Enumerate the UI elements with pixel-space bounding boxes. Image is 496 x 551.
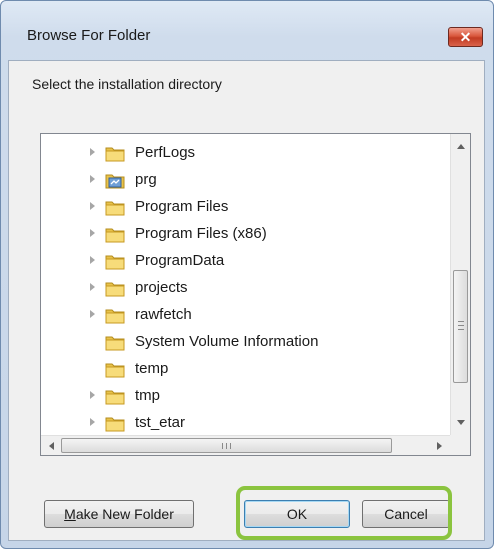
folder-icon [105,387,125,405]
highlight-annotation [236,486,452,540]
tree-item-label: Program Files (x86) [135,225,267,242]
tree-item[interactable]: PerfLogs [41,139,451,166]
tree-item-label: temp [135,360,169,377]
horizontal-scrollbar[interactable] [41,435,450,455]
tree-item[interactable]: Program Files (x86) [41,220,451,247]
tree-item[interactable]: rawfetch [41,301,451,328]
close-button[interactable]: ✕ [448,27,483,47]
folder-tree[interactable]: PerfLogs prg Program Files Program Files (x… [40,133,471,456]
title-bar[interactable]: Browse For Folder [1,1,493,44]
expand-arrow-icon[interactable] [90,175,95,183]
tree-item-label: PerfLogs [135,144,196,161]
expand-arrow-icon[interactable] [90,256,95,264]
make-new-folder-button[interactable]: Make New Folder [44,500,194,528]
scroll-up-arrow-icon[interactable] [457,144,465,149]
vertical-scroll-thumb[interactable] [453,270,468,383]
expand-arrow-icon[interactable] [90,418,95,426]
grip-line [226,443,227,449]
tree-item-label: prg [135,171,157,188]
tree-item-label: rawfetch [135,306,192,323]
expand-arrow-icon[interactable] [90,229,95,237]
vertical-scrollbar[interactable] [450,134,470,435]
grip-line [458,325,464,326]
tree-item[interactable]: tst_etar [41,409,451,436]
grip-line [458,329,464,330]
tree-item-label: projects [135,279,188,296]
mnemonic-letter: M [64,506,76,522]
tree-item[interactable]: Program Files [41,193,451,220]
expand-arrow-icon[interactable] [90,310,95,318]
folder-icon [105,414,125,432]
grip-line [230,443,231,449]
special-folder-icon [105,171,125,189]
tree-item-label: ProgramData [135,252,225,269]
dialog-title: Browse For Folder [27,27,151,44]
folder-icon [105,198,125,216]
tree-item-label: System Volume Information [135,333,319,350]
folder-icon [105,225,125,243]
scroll-down-arrow-icon[interactable] [457,420,465,425]
folder-icon [105,306,125,324]
scroll-right-arrow-icon[interactable] [437,442,442,450]
folder-icon [105,252,125,270]
folder-icon [105,360,125,378]
expand-arrow-icon[interactable] [90,391,95,399]
tree-item[interactable]: ProgramData [41,247,451,274]
grip-line [222,443,223,449]
folder-icon [105,333,125,351]
tree-item-label: tst_etar [135,414,186,431]
tree-item-label: tmp [135,387,161,404]
expand-arrow-icon[interactable] [90,148,95,156]
tree-item[interactable]: temp [41,355,451,382]
instruction-text: Select the installation directory [32,76,222,92]
tree-item[interactable]: tmp [41,382,451,409]
folder-icon [105,279,125,297]
expand-arrow-icon[interactable] [90,202,95,210]
scroll-left-arrow-icon[interactable] [49,442,54,450]
expand-arrow-icon[interactable] [90,283,95,291]
tree-item[interactable]: projects [41,274,451,301]
scrollbar-corner [450,435,470,455]
button-label: ake New Folder [75,506,174,522]
tree-item-label: Program Files [135,198,229,215]
folder-icon [105,144,125,162]
tree-item[interactable]: System Volume Information [41,328,451,355]
horizontal-scroll-thumb[interactable] [61,438,392,453]
grip-line [458,321,464,322]
tree-item[interactable]: prg [41,166,451,193]
